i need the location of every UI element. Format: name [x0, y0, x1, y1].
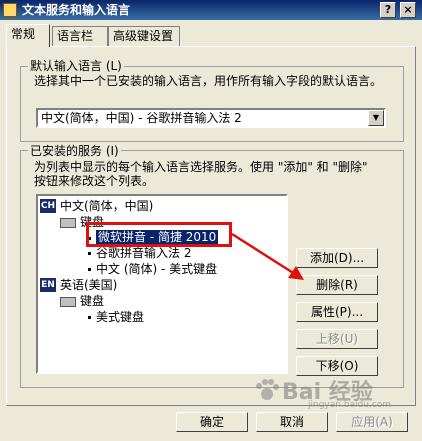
tab-general[interactable]: 常规: [6, 24, 50, 47]
annotation-arrow-icon: [231, 232, 304, 280]
